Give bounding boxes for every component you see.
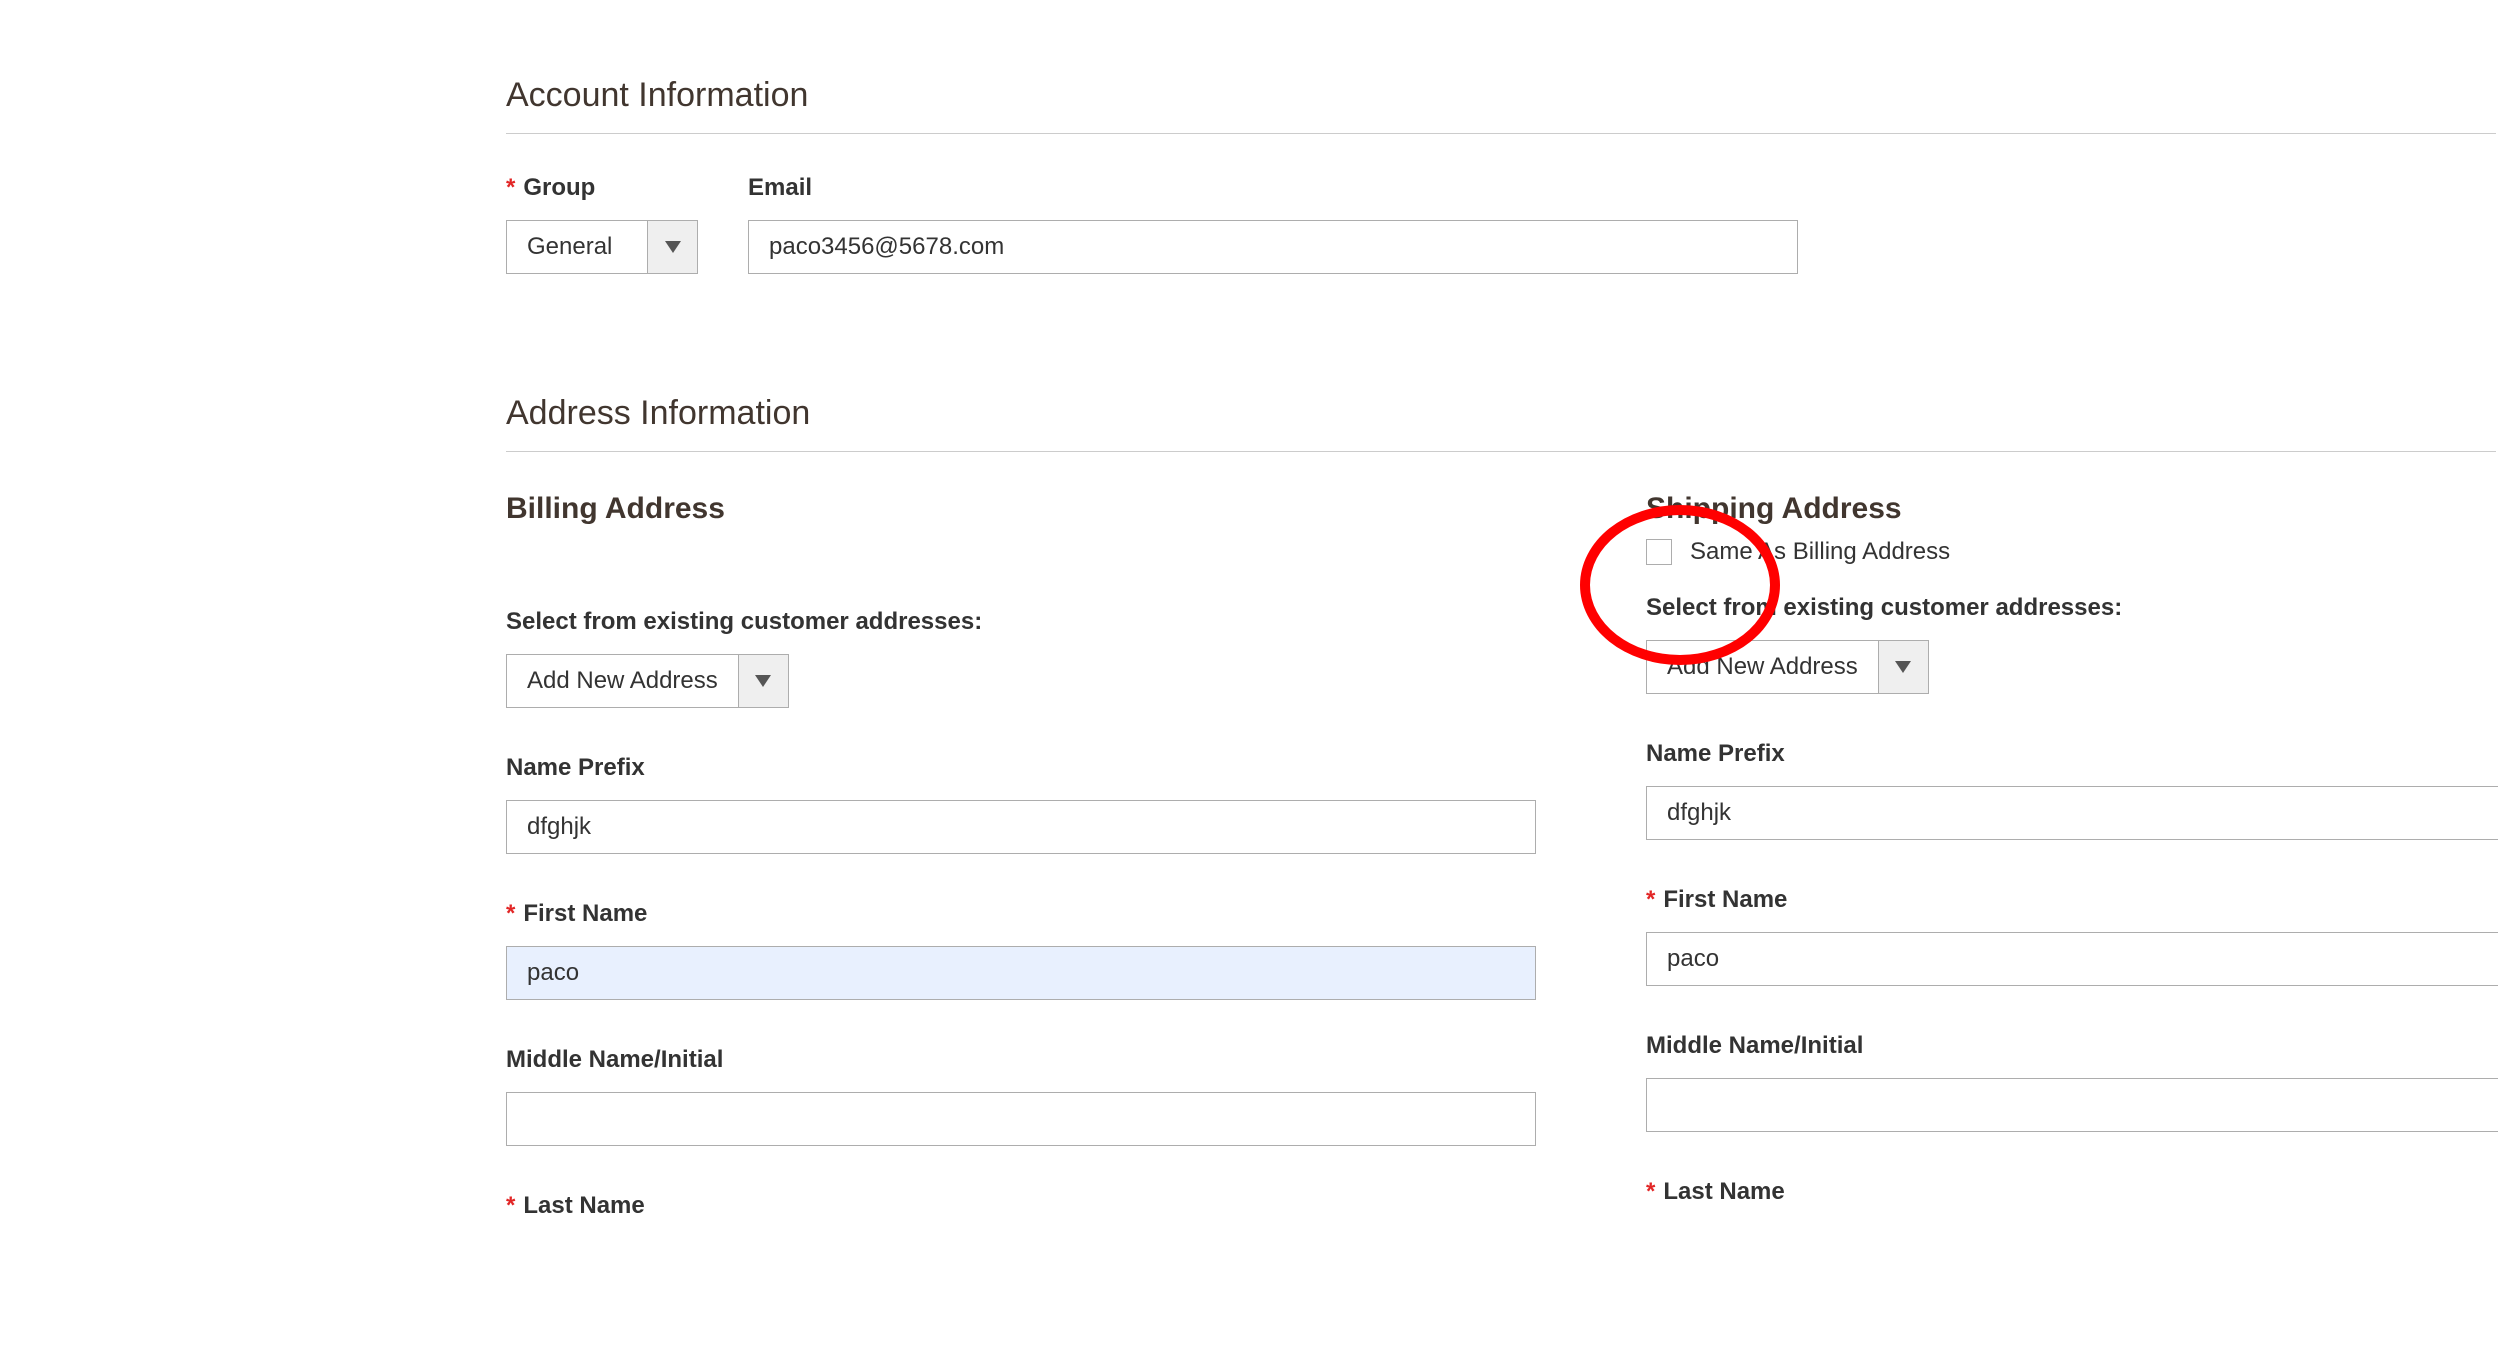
shipping-first-name-label: First Name	[1646, 886, 2498, 914]
billing-middle-name-input[interactable]	[506, 1092, 1536, 1146]
group-select[interactable]: General	[506, 220, 698, 274]
shipping-select-existing-label: Select from existing customer addresses:	[1646, 594, 2498, 622]
section-title-address: Address Information	[506, 394, 2496, 452]
email-input[interactable]	[748, 220, 1798, 274]
account-info-row: Group General Email	[506, 174, 2498, 274]
billing-address-select-value: Add New Address	[507, 655, 738, 707]
billing-select-existing-label: Select from existing customer addresses:	[506, 608, 1536, 636]
shipping-address-select-value: Add New Address	[1647, 641, 1878, 693]
group-select-value: General	[507, 221, 647, 273]
section-title-account: Account Information	[506, 76, 2496, 134]
shipping-prefix-input[interactable]	[1646, 786, 2498, 840]
billing-prefix-label: Name Prefix	[506, 754, 1536, 782]
billing-address-select[interactable]: Add New Address	[506, 654, 789, 708]
billing-address-column: Billing Address Select from existing cus…	[506, 492, 1536, 1238]
shipping-address-column: Shipping Address Same As Billing Address…	[1646, 492, 2498, 1238]
email-label: Email	[748, 174, 1798, 202]
billing-first-name-input[interactable]	[506, 946, 1536, 1000]
shipping-last-name-label: Last Name	[1646, 1178, 2498, 1206]
shipping-prefix-label: Name Prefix	[1646, 740, 2498, 768]
billing-prefix-input[interactable]	[506, 800, 1536, 854]
billing-title: Billing Address	[506, 492, 1536, 526]
chevron-down-icon	[1878, 641, 1928, 693]
group-field: Group General	[506, 174, 698, 274]
same-as-billing-checkbox[interactable]	[1646, 539, 1672, 565]
billing-first-name-label: First Name	[506, 900, 1536, 928]
chevron-down-icon	[738, 655, 788, 707]
same-as-billing-row[interactable]: Same As Billing Address	[1646, 538, 2498, 566]
billing-last-name-label: Last Name	[506, 1192, 1536, 1220]
group-label: Group	[506, 174, 698, 202]
billing-middle-name-label: Middle Name/Initial	[506, 1046, 1536, 1074]
shipping-middle-name-input[interactable]	[1646, 1078, 2498, 1132]
email-field-wrap: Email	[748, 174, 1798, 274]
shipping-middle-name-label: Middle Name/Initial	[1646, 1032, 2498, 1060]
shipping-address-select[interactable]: Add New Address	[1646, 640, 1929, 694]
same-as-billing-label: Same As Billing Address	[1690, 538, 1950, 566]
shipping-title: Shipping Address	[1646, 492, 2498, 526]
chevron-down-icon	[647, 221, 697, 273]
shipping-first-name-input[interactable]	[1646, 932, 2498, 986]
